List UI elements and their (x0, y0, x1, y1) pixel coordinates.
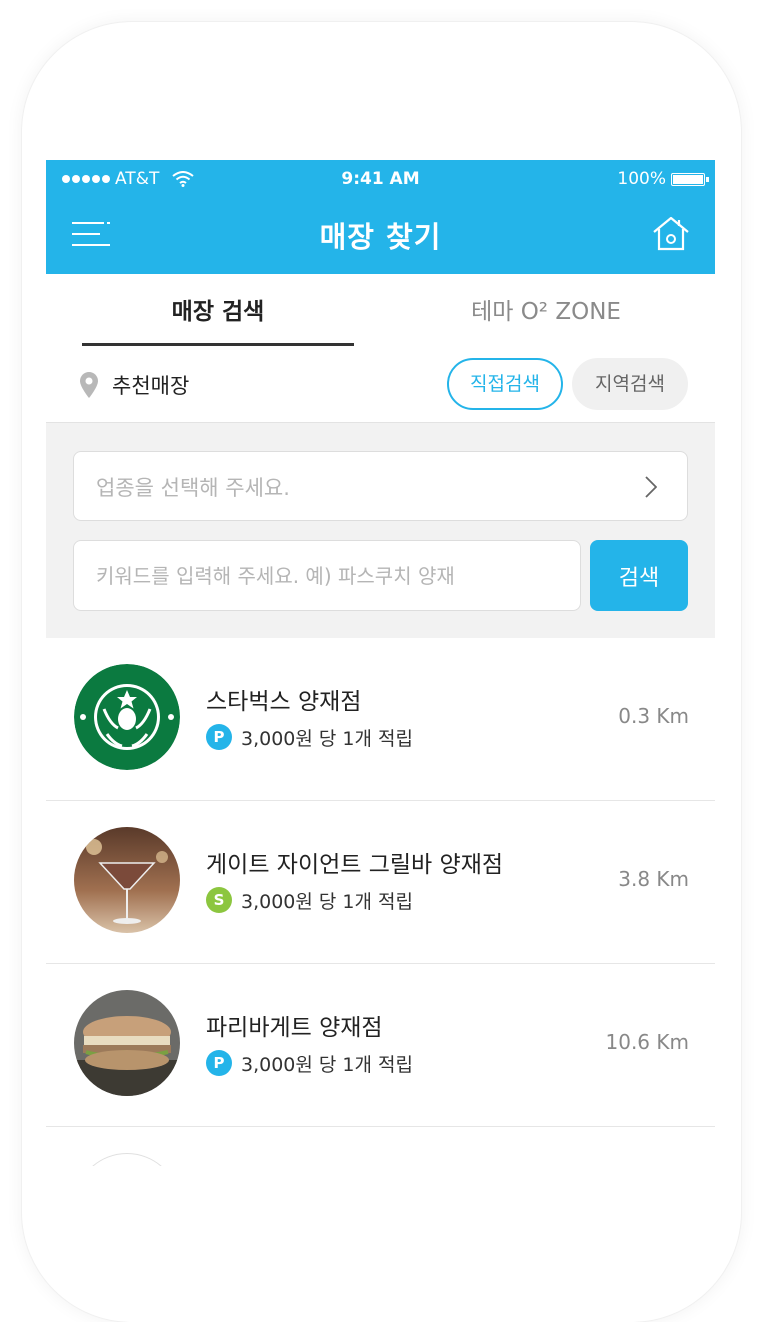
point-badge-icon: S (206, 887, 232, 913)
store-name: 파리바게트 양재점 (206, 1015, 383, 1041)
battery-icon (671, 172, 709, 186)
home-icon[interactable] (651, 214, 691, 252)
store-list-item[interactable]: 스타벅스 양재점 P 3,000원 당 1개 적립 0.3 Km (46, 638, 715, 801)
app-screen: AT&T 9:41 AM 100% 매장 찾기 매장 검색 테마 O² ZONE… (46, 160, 715, 1166)
app-header: AT&T 9:41 AM 100% 매장 찾기 (46, 160, 715, 274)
store-list-item[interactable]: 게이트 자이언트 그릴바 양재점 S 3,000원 당 1개 적립 3.8 Km (46, 801, 715, 964)
point-badge-icon: P (206, 724, 232, 750)
chevron-right-icon (645, 476, 657, 498)
tab-bar: 매장 검색 테마 O² ZONE (46, 274, 715, 347)
tab-store-search[interactable]: 매장 검색 (82, 292, 354, 326)
region-search-button[interactable]: 지역검색 (572, 358, 688, 410)
recommended-stores-label: 추천매장 (112, 374, 190, 398)
status-time: 9:41 AM (341, 169, 420, 189)
sandwich-photo (74, 990, 180, 1096)
store-list-item[interactable]: 파리바게트 양재점 P 3,000원 당 1개 적립 10.6 Km (46, 964, 715, 1127)
point-info: 3,000원 당 1개 적립 (241, 728, 414, 750)
store-name: 게이트 자이언트 그릴바 양재점 (206, 852, 504, 878)
search-button[interactable]: 검색 (590, 540, 688, 611)
store-thumbnail (74, 1153, 180, 1166)
category-placeholder: 업종을 선택해 주세요. (96, 476, 290, 500)
keyword-input[interactable] (73, 540, 581, 611)
cocktail-photo (74, 827, 180, 933)
point-info: 3,000원 당 1개 적립 (241, 891, 414, 913)
store-distance: 0.3 Km (618, 704, 689, 728)
tab-theme-zone[interactable]: 테마 O² ZONE (410, 292, 682, 326)
search-area: 업종을 선택해 주세요. 검색 (46, 423, 715, 638)
category-select[interactable]: 업종을 선택해 주세요. (73, 451, 688, 521)
direct-search-button[interactable]: 직접검색 (447, 358, 563, 410)
status-bar: AT&T 9:41 AM 100% (46, 160, 715, 198)
title-bar: 매장 찾기 (46, 198, 715, 274)
store-distance: 3.8 Km (618, 867, 689, 891)
store-distance: 10.6 Km (605, 1030, 690, 1054)
status-right: 100% (617, 169, 709, 189)
store-list-item-partial (46, 1127, 715, 1166)
store-list: 스타벅스 양재점 P 3,000원 당 1개 적립 0.3 Km 게이트 자이언… (46, 638, 715, 1166)
location-pin-icon (80, 372, 98, 398)
point-badge-icon: P (206, 1050, 232, 1076)
point-info: 3,000원 당 1개 적립 (241, 1054, 414, 1076)
store-name: 스타벅스 양재점 (206, 689, 362, 715)
page-title: 매장 찾기 (319, 220, 442, 254)
starbucks-logo (74, 664, 180, 770)
filter-row: 추천매장 직접검색 지역검색 (46, 346, 715, 423)
battery-label: 100% (617, 169, 666, 189)
